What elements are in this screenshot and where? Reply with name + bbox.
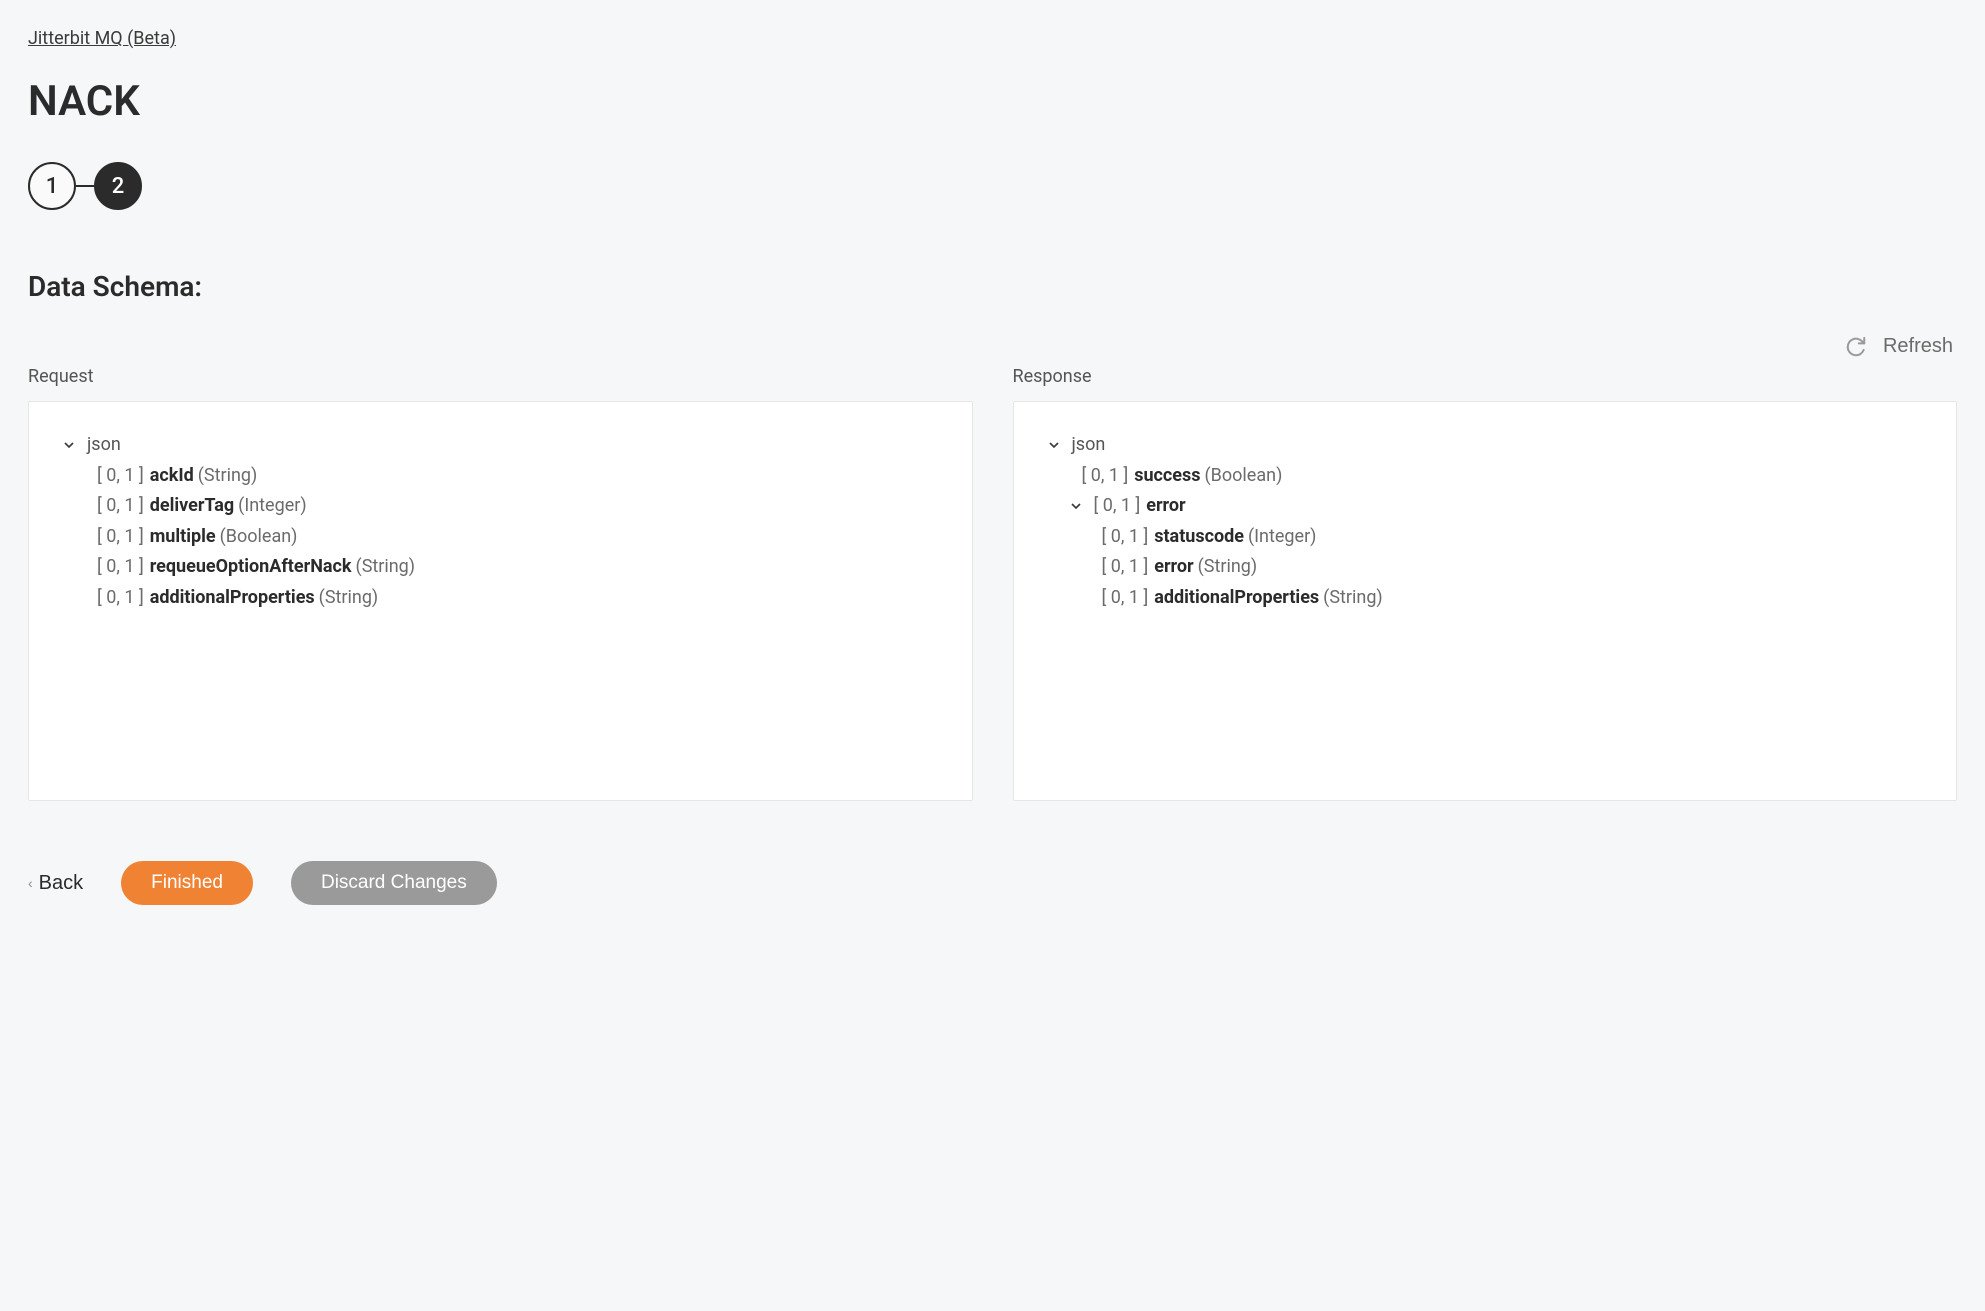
refresh-button[interactable]: Refresh [1845, 335, 1953, 358]
schema-field[interactable]: [ 0, 1 ] error (String) [1038, 552, 1933, 583]
breadcrumb[interactable]: Jitterbit MQ (Beta) [28, 28, 176, 49]
schema-field[interactable]: [ 0, 1 ] requeueOptionAfterNack (String) [53, 552, 948, 583]
back-button[interactable]: ‹ Back [28, 872, 83, 895]
request-panel: json [ 0, 1 ] ackId (String) [ 0, 1 ] de… [28, 401, 973, 801]
chevron-down-icon [1068, 498, 1084, 514]
chevron-down-icon [61, 437, 77, 453]
response-root-row[interactable]: json [1038, 430, 1933, 461]
response-header: Response [1013, 366, 1958, 387]
step-2[interactable]: 2 [94, 162, 142, 210]
page-title: NACK [28, 77, 1957, 126]
request-root-row[interactable]: json [53, 430, 948, 461]
schema-field[interactable]: [ 0, 1 ] multiple (Boolean) [53, 522, 948, 553]
response-root-label: json [1072, 430, 1106, 461]
step-connector [76, 185, 94, 187]
finished-button[interactable]: Finished [121, 861, 253, 905]
response-column: Response json [ 0, 1 ] success (Boolean)… [1013, 366, 1958, 801]
stepper: 1 2 [28, 162, 1957, 210]
request-root-label: json [87, 430, 121, 461]
schema-field[interactable]: [ 0, 1 ] statuscode (Integer) [1038, 522, 1933, 553]
schema-field[interactable]: [ 0, 1 ] additionalProperties (String) [53, 583, 948, 614]
request-column: Request json [ 0, 1 ] ackId (String) [ 0… [28, 366, 973, 801]
response-panel: json [ 0, 1 ] success (Boolean) [ 0, 1 ]… [1013, 401, 1958, 801]
schema-field[interactable]: [ 0, 1 ] ackId (String) [53, 461, 948, 492]
footer-buttons: ‹ Back Finished Discard Changes [28, 861, 1957, 905]
back-label: Back [39, 872, 83, 895]
refresh-label: Refresh [1883, 335, 1953, 358]
request-header: Request [28, 366, 973, 387]
section-title: Data Schema: [28, 270, 1957, 303]
chevron-left-icon: ‹ [28, 875, 33, 891]
schema-field[interactable]: [ 0, 1 ] additionalProperties (String) [1038, 583, 1933, 614]
schema-field[interactable]: [ 0, 1 ] success (Boolean) [1038, 461, 1933, 492]
schema-field[interactable]: [ 0, 1 ] deliverTag (Integer) [53, 491, 948, 522]
chevron-down-icon [1046, 437, 1062, 453]
step-1[interactable]: 1 [28, 162, 76, 210]
response-error-row[interactable]: [ 0, 1 ] error [1038, 491, 1933, 522]
discard-button[interactable]: Discard Changes [291, 861, 497, 905]
refresh-icon [1845, 336, 1867, 358]
